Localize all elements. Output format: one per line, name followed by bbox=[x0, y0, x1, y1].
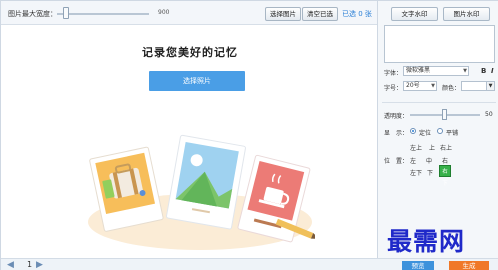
photo-illustration bbox=[88, 134, 315, 250]
position-top-right[interactable]: 右上 bbox=[440, 143, 452, 152]
max-width-label: 图片最大宽度： bbox=[8, 10, 57, 18]
position-bottom-right-selected[interactable]: 右下 bbox=[439, 165, 451, 187]
main-canvas: 记录您美好的记忆 选择照片 bbox=[3, 26, 377, 258]
watermark-panel: 文字水印 图片水印 字体： 微软雅黑 ▼ B I 字号： 20号 ▼ 颜色： ▼… bbox=[377, 1, 498, 258]
position-left[interactable]: 左 bbox=[410, 156, 416, 165]
opacity-slider-thumb[interactable] bbox=[442, 109, 447, 120]
opacity-value: 50 bbox=[485, 111, 493, 118]
size-value: 20号 bbox=[406, 82, 420, 89]
display-tile-radio[interactable] bbox=[437, 128, 443, 134]
italic-button[interactable]: I bbox=[491, 67, 494, 75]
preview-button[interactable]: 预览 bbox=[402, 261, 434, 270]
next-page-icon[interactable]: ▶ bbox=[36, 259, 43, 270]
max-width-slider-thumb[interactable] bbox=[63, 7, 69, 19]
color-label: 颜色： bbox=[442, 85, 461, 92]
size-select[interactable]: 20号 ▼ bbox=[403, 81, 437, 91]
app-window: 图片最大宽度： 900 选择图片 清空已选 已选 0 张 记录您美好的记忆 选择… bbox=[0, 0, 498, 270]
select-images-button[interactable]: 选择图片 bbox=[265, 7, 301, 21]
max-width-value: 900 bbox=[158, 9, 170, 16]
opacity-label: 透明度： bbox=[384, 113, 409, 120]
position-right[interactable]: 右 bbox=[442, 156, 448, 165]
size-label: 字号： bbox=[384, 85, 403, 92]
watermark-text-input[interactable] bbox=[384, 25, 495, 63]
tab-image-watermark[interactable]: 图片水印 bbox=[443, 7, 490, 21]
site-watermark: 最需网 bbox=[387, 227, 466, 256]
page-number: 1 bbox=[27, 260, 33, 269]
generate-button[interactable]: 生成 bbox=[449, 261, 489, 270]
top-toolbar: 图片最大宽度： 900 选择图片 清空已选 已选 0 张 bbox=[1, 1, 377, 25]
display-position-radio[interactable] bbox=[410, 128, 416, 134]
position-bottom-left[interactable]: 左下 bbox=[410, 168, 422, 177]
font-value: 微软雅黑 bbox=[406, 67, 431, 74]
color-dropdown-button[interactable]: ▼ bbox=[486, 81, 495, 91]
position-label: 位 置： bbox=[384, 158, 409, 165]
chevron-down-icon: ▼ bbox=[431, 83, 435, 89]
position-bottom[interactable]: 下 bbox=[427, 168, 433, 177]
font-label: 字体： bbox=[384, 70, 403, 77]
display-label: 显 示： bbox=[384, 130, 409, 137]
select-photos-button[interactable]: 选择照片 bbox=[149, 71, 245, 91]
display-position-label: 定位 bbox=[419, 130, 432, 137]
font-select[interactable]: 微软雅黑 ▼ bbox=[403, 66, 469, 76]
display-tile-label: 平铺 bbox=[446, 130, 459, 137]
max-width-slider-track[interactable] bbox=[57, 13, 149, 15]
position-center[interactable]: 中 bbox=[426, 156, 432, 165]
selected-count-text: 已选 0 张 bbox=[342, 10, 372, 18]
chevron-down-icon: ▼ bbox=[463, 68, 467, 74]
color-swatch[interactable] bbox=[461, 81, 487, 91]
prev-page-icon[interactable]: ◀ bbox=[7, 259, 14, 270]
position-top[interactable]: 上 bbox=[429, 143, 435, 152]
canvas-headline: 记录您美好的记忆 bbox=[142, 46, 238, 59]
landscape-photo-card bbox=[166, 134, 246, 230]
position-top-left[interactable]: 左上 bbox=[410, 143, 422, 152]
bottom-bar: ◀ 1 ▶ 预览 生成 bbox=[1, 258, 498, 270]
bold-button[interactable]: B bbox=[481, 67, 486, 75]
clear-selected-button[interactable]: 清空已选 bbox=[302, 7, 338, 21]
panel-divider bbox=[382, 102, 496, 103]
tab-text-watermark[interactable]: 文字水印 bbox=[391, 7, 438, 21]
